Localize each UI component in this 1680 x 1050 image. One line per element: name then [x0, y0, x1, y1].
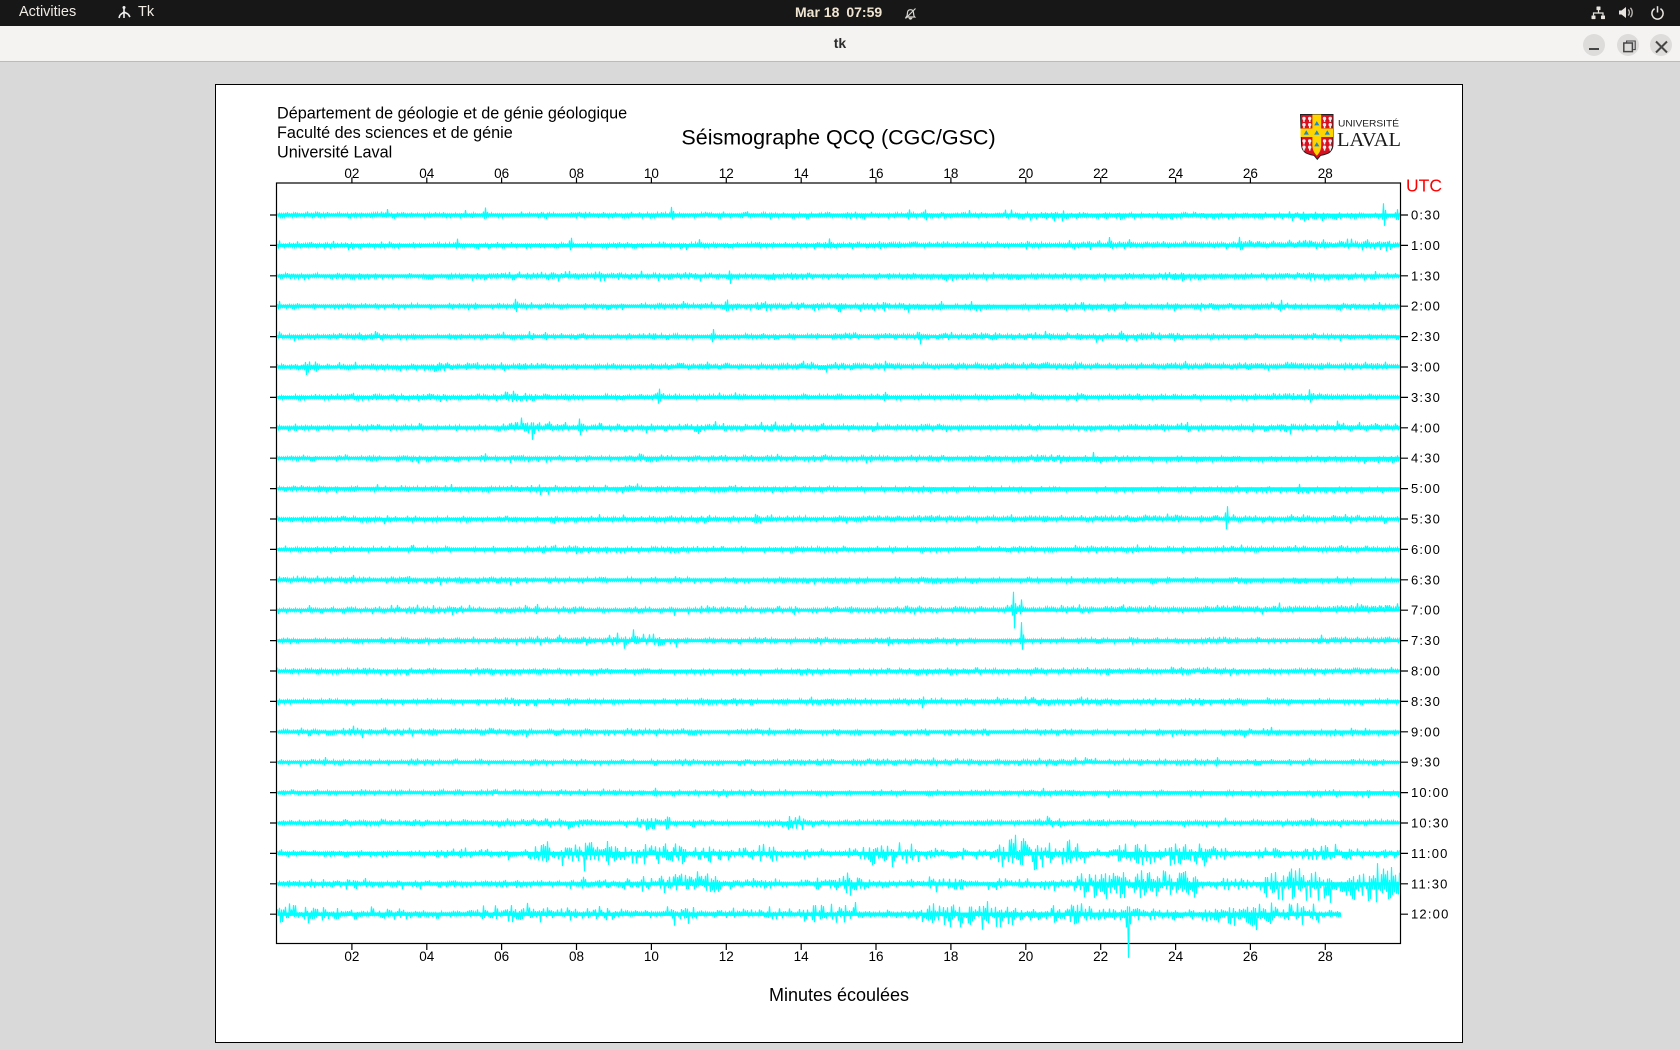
- svg-text:20: 20: [1018, 949, 1033, 964]
- svg-text:26: 26: [1243, 949, 1258, 964]
- svg-text:5:00: 5:00: [1411, 481, 1441, 496]
- svg-text:LAVAL: LAVAL: [1337, 129, 1401, 151]
- svg-text:9:00: 9:00: [1411, 724, 1441, 739]
- svg-text:26: 26: [1243, 166, 1258, 181]
- svg-text:04: 04: [419, 166, 435, 181]
- svg-text:04: 04: [419, 949, 435, 964]
- svg-text:20: 20: [1018, 166, 1033, 181]
- svg-text:12:00: 12:00: [1411, 907, 1450, 922]
- svg-text:7:00: 7:00: [1411, 603, 1441, 618]
- svg-text:9:30: 9:30: [1411, 755, 1441, 770]
- svg-text:Faculté des sciences et de gén: Faculté des sciences et de génie: [277, 124, 513, 142]
- svg-text:4:30: 4:30: [1411, 451, 1441, 466]
- svg-text:06: 06: [494, 166, 509, 181]
- svg-text:10:00: 10:00: [1411, 785, 1450, 800]
- svg-text:UTC: UTC: [1406, 176, 1442, 196]
- svg-text:UNIVERSITÉ: UNIVERSITÉ: [1338, 119, 1399, 129]
- svg-text:24: 24: [1168, 166, 1184, 181]
- svg-text:3:00: 3:00: [1411, 360, 1441, 375]
- svg-text:11:00: 11:00: [1411, 846, 1449, 861]
- svg-text:1:30: 1:30: [1411, 268, 1441, 283]
- svg-text:6:00: 6:00: [1411, 542, 1441, 557]
- svg-text:14: 14: [794, 166, 810, 181]
- svg-text:12: 12: [719, 949, 734, 964]
- svg-text:16: 16: [868, 949, 883, 964]
- svg-text:8:00: 8:00: [1411, 664, 1441, 679]
- svg-text:5:30: 5:30: [1411, 512, 1441, 527]
- svg-text:Département de géologie et de: Département de géologie et de génie géol…: [277, 105, 627, 123]
- svg-text:24: 24: [1168, 949, 1184, 964]
- svg-text:Minutes écoulées: Minutes écoulées: [769, 985, 909, 1005]
- svg-text:28: 28: [1318, 949, 1333, 964]
- svg-text:10: 10: [644, 949, 659, 964]
- svg-text:2:30: 2:30: [1411, 329, 1441, 344]
- svg-text:08: 08: [569, 949, 584, 964]
- svg-text:28: 28: [1318, 166, 1333, 181]
- svg-text:7:30: 7:30: [1411, 633, 1441, 648]
- svg-text:12: 12: [719, 166, 734, 181]
- svg-text:10:30: 10:30: [1411, 816, 1450, 831]
- svg-text:3:30: 3:30: [1411, 390, 1441, 405]
- svg-text:0:30: 0:30: [1411, 208, 1441, 223]
- svg-text:Université Laval: Université Laval: [277, 144, 392, 162]
- svg-text:Séismographe QCQ (CGC/GSC): Séismographe QCQ (CGC/GSC): [681, 126, 995, 150]
- svg-text:16: 16: [868, 166, 883, 181]
- svg-text:18: 18: [943, 949, 958, 964]
- svg-text:1:00: 1:00: [1411, 238, 1441, 253]
- svg-text:22: 22: [1093, 166, 1108, 181]
- svg-text:6:30: 6:30: [1411, 572, 1441, 587]
- svg-text:02: 02: [344, 166, 359, 181]
- svg-text:2:00: 2:00: [1411, 299, 1441, 314]
- svg-text:11:30: 11:30: [1411, 876, 1449, 891]
- svg-text:10: 10: [644, 166, 659, 181]
- svg-text:8:30: 8:30: [1411, 694, 1441, 709]
- svg-text:22: 22: [1093, 949, 1108, 964]
- svg-text:18: 18: [943, 166, 958, 181]
- svg-text:02: 02: [344, 949, 359, 964]
- svg-text:14: 14: [794, 949, 810, 964]
- svg-text:08: 08: [569, 166, 584, 181]
- svg-text:06: 06: [494, 949, 509, 964]
- svg-text:4:00: 4:00: [1411, 420, 1441, 435]
